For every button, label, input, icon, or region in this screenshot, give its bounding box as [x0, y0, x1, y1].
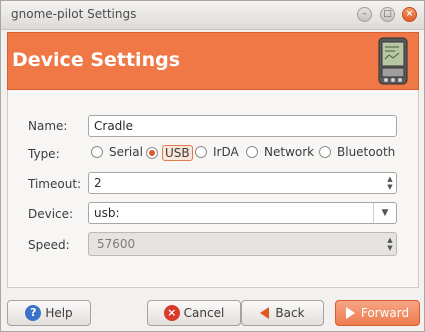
timeout-spinbutton[interactable]: 2 ▲ ▼	[88, 172, 397, 194]
device-combo[interactable]: usb: ▼	[88, 202, 397, 224]
spin-down-icon: ▼	[387, 244, 393, 252]
name-label: Name:	[28, 119, 68, 133]
page-title: Device Settings	[12, 49, 181, 71]
maximize-icon[interactable]: □	[380, 7, 395, 22]
close-icon[interactable]: ×	[402, 7, 417, 22]
type-label: Type:	[28, 147, 60, 161]
forward-arrow-icon	[345, 307, 355, 319]
spin-up-icon[interactable]: ▲	[387, 175, 392, 183]
back-button[interactable]: Back	[241, 300, 324, 326]
spin-down-icon[interactable]: ▼	[387, 183, 392, 191]
radio-bluetooth-dot[interactable]	[319, 146, 331, 158]
radio-serial[interactable]: Serial	[91, 145, 143, 159]
forward-button[interactable]: Forward	[335, 300, 420, 326]
window-title: gnome-pilot Settings	[11, 7, 137, 21]
speed-value: 57600	[97, 237, 136, 251]
chevron-down-icon[interactable]: ▼	[373, 203, 396, 223]
back-button-label[interactable]: Back	[275, 306, 304, 320]
cancel-button-label[interactable]: Cancel	[184, 306, 225, 320]
radio-serial-dot[interactable]	[91, 146, 103, 158]
radio-bluetooth[interactable]: Bluetooth	[319, 145, 395, 159]
cancel-icon: ×	[163, 305, 180, 321]
back-arrow-icon	[260, 307, 270, 319]
help-button[interactable]: ? Help	[7, 300, 91, 326]
settings-window: gnome-pilot Settings – □ × Device Settin…	[0, 0, 425, 332]
radio-irda[interactable]: IrDA	[195, 145, 239, 159]
radio-network-label[interactable]: Network	[264, 145, 314, 159]
device-label: Device:	[28, 207, 74, 221]
radio-usb-dot[interactable]	[146, 147, 158, 159]
speed-spinbutton: 57600 ▲ ▼	[88, 232, 397, 256]
timeout-label: Timeout:	[28, 177, 82, 191]
help-icon: ?	[25, 305, 42, 321]
radio-irda-dot[interactable]	[195, 146, 207, 158]
radio-network[interactable]: Network	[246, 145, 314, 159]
pda-device-icon	[378, 37, 408, 85]
speed-label: Speed:	[28, 238, 70, 252]
forward-button-label[interactable]: Forward	[361, 306, 409, 320]
radio-serial-label[interactable]: Serial	[109, 145, 143, 159]
title-bar: gnome-pilot Settings – □ ×	[1, 1, 424, 30]
help-button-label[interactable]: Help	[45, 306, 72, 320]
name-input[interactable]: Cradle	[88, 115, 397, 137]
radio-network-dot[interactable]	[246, 146, 258, 158]
device-value[interactable]: usb:	[94, 206, 120, 220]
minimize-icon[interactable]: –	[357, 7, 372, 22]
timeout-stepper[interactable]: ▲ ▼	[384, 173, 396, 193]
radio-usb[interactable]: USB	[146, 145, 193, 161]
cancel-button[interactable]: × Cancel	[147, 300, 241, 326]
spin-up-icon: ▲	[387, 236, 393, 244]
speed-stepper: ▲ ▼	[384, 233, 396, 255]
page-header: Device Settings	[7, 32, 419, 90]
radio-irda-label[interactable]: IrDA	[213, 145, 239, 159]
radio-usb-label[interactable]: USB	[162, 145, 193, 161]
radio-bluetooth-label[interactable]: Bluetooth	[337, 145, 395, 159]
timeout-value[interactable]: 2	[94, 176, 102, 190]
